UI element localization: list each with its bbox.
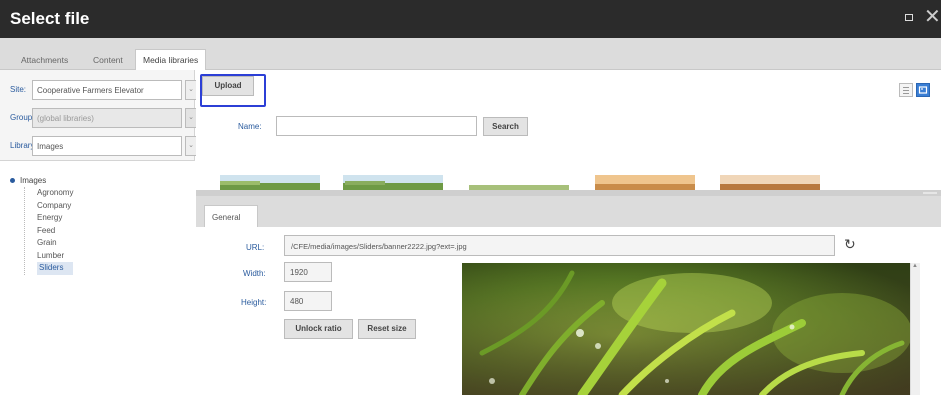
site-select[interactable]: Cooperative Farmers Elevator [32,80,182,100]
refresh-icon[interactable]: ↻ [844,236,856,253]
image-preview [462,263,910,395]
library-filters: Site: Cooperative Farmers Elevator ⌄ Gro… [0,70,197,165]
maximize-icon[interactable] [905,14,915,24]
library-row: Library: Images ⌄ [10,136,197,156]
upload-button[interactable]: Upload [202,76,254,96]
name-search-input[interactable] [276,116,477,136]
search-button[interactable]: Search [483,117,528,136]
url-field[interactable]: /CFE/media/images/Sliders/banner2222.jpg… [284,235,835,256]
height-label: Height: [241,298,267,307]
unlock-ratio-button[interactable]: Unlock ratio [284,319,353,339]
list-view-icon[interactable] [899,83,913,97]
dialog-titlebar: Select file ✕ [0,0,941,38]
tab-general[interactable]: General [204,205,258,227]
tree-item-sliders[interactable]: Sliders [37,262,74,275]
tree-root[interactable]: Images [10,176,46,185]
tree-item-energy[interactable]: Energy [37,212,73,225]
source-tabbar: Attachments Content Media libraries [0,38,941,71]
group-select: (global libraries) [32,108,182,128]
site-label: Site: [10,85,27,94]
tree-item-feed[interactable]: Feed [37,225,73,238]
tree-root-label: Images [20,176,47,185]
site-row: Site: Cooperative Farmers Elevator ⌄ [10,80,197,100]
folder-tree: Images Agronomy Company Energy Feed Grai… [0,160,195,395]
width-label: Width: [243,269,266,278]
group-row: Group: (global libraries) ⌄ [10,108,197,128]
preview-scrollbar[interactable]: ▲ [910,263,920,395]
tab-attachments[interactable]: Attachments [14,50,75,70]
properties-tabbar: General [196,196,941,227]
tab-content[interactable]: Content [86,50,130,70]
scroll-up-icon[interactable]: ▲ [912,263,918,269]
left-panel: Site: Cooperative Farmers Elevator ⌄ Gro… [0,70,197,395]
tree-item-grain[interactable]: Grain [37,237,73,250]
tree-item-agronomy[interactable]: Agronomy [37,187,73,200]
dialog-title: Select file [10,9,90,28]
close-icon[interactable]: ✕ [924,6,941,28]
height-field[interactable]: 480 [284,291,332,311]
tile-view-icon[interactable] [916,83,930,97]
group-label: Group: [10,113,35,122]
tree-children: Agronomy Company Energy Feed Grain Lumbe… [24,187,74,275]
thumbnail-strip [196,165,941,193]
library-select[interactable]: Images [32,136,182,156]
splitter-grip-icon[interactable] [923,192,937,194]
tab-media-libraries[interactable]: Media libraries [135,49,207,71]
tree-item-lumber[interactable]: Lumber [37,250,73,263]
folder-dot-icon [10,178,15,184]
tree-item-company[interactable]: Company [37,200,73,213]
reset-size-button[interactable]: Reset size [358,319,416,339]
url-label: URL: [246,243,265,252]
width-field[interactable]: 1920 [284,262,332,282]
name-label: Name: [238,122,262,131]
main-panel: Upload Name: Search General URL: /CFE/me… [196,70,941,395]
